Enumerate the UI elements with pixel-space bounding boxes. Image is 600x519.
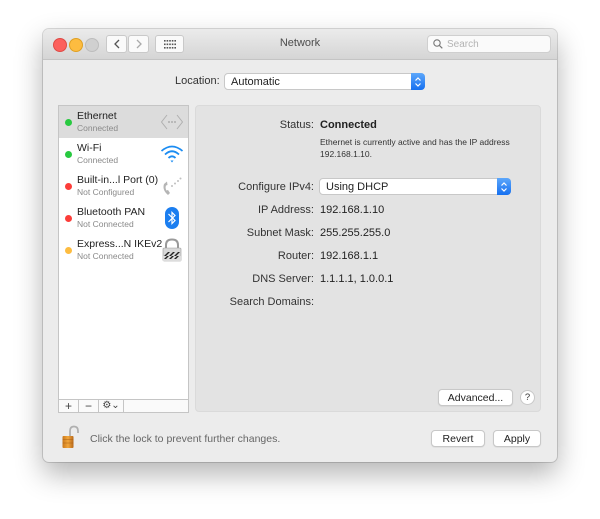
router-label: Router: (277, 250, 314, 262)
service-status: Connected (77, 155, 119, 165)
router-value: 192.168.1.1 (320, 250, 379, 262)
service-name: Built-in...l Port (0) (77, 174, 159, 186)
minus-icon: − (84, 399, 92, 413)
service-item-bluetooth-pan[interactable]: Bluetooth PAN Not Connected (59, 202, 188, 234)
service-status: Not Configured (77, 187, 135, 197)
add-service-button[interactable]: + (59, 400, 79, 412)
service-status: Connected (77, 123, 119, 133)
service-status: Not Connected (77, 219, 134, 229)
location-label: Location: (175, 75, 220, 87)
lock-message: Click the lock to prevent further change… (90, 433, 281, 445)
subnet-mask-value: 255.255.255.0 (320, 227, 391, 239)
configure-ipv4-value: Using DHCP (326, 180, 389, 193)
bluetooth-icon (165, 207, 179, 229)
ip-address-label: IP Address: (257, 204, 314, 216)
help-button[interactable]: ? (520, 390, 535, 405)
search-input[interactable] (443, 38, 542, 50)
status-label: Status: (279, 119, 314, 131)
status-dot (65, 247, 72, 254)
service-name: Express...N IKEv2 (77, 238, 163, 250)
status-dot (65, 215, 72, 222)
status-value: Connected (320, 119, 377, 131)
phone-icon (163, 177, 182, 195)
subnet-mask-label: Subnet Mask: (246, 227, 314, 239)
service-details-panel: Status: Connected Ethernet is currently … (195, 105, 541, 412)
vpn-lock-icon (162, 238, 182, 262)
service-item-vpn[interactable]: Express...N IKEv2 Not Connected (59, 234, 188, 266)
service-list: Ethernet Connected Wi-Fi Connected Built… (58, 105, 189, 400)
service-item-builtin-port[interactable]: Built-in...l Port (0) Not Configured (59, 170, 188, 202)
popup-stepper-icon (411, 73, 425, 90)
dns-server-label: DNS Server: (252, 273, 314, 285)
ethernet-icon (160, 114, 184, 130)
popup-stepper-icon (497, 178, 511, 195)
search-icon (433, 39, 443, 49)
status-dot (65, 183, 72, 190)
service-name: Bluetooth PAN (77, 206, 146, 218)
status-dot (65, 119, 72, 126)
lock-icon[interactable] (61, 425, 81, 449)
remove-service-button[interactable]: − (79, 400, 99, 412)
apply-button[interactable]: Apply (493, 430, 541, 447)
location-value: Automatic (231, 75, 280, 88)
search-field[interactable] (427, 35, 551, 53)
service-name: Ethernet (77, 110, 117, 122)
action-menu-button[interactable]: ⚙⌄ (99, 400, 124, 412)
network-preferences-window: Network Location: Automatic Ethernet Con… (43, 29, 557, 462)
service-list-toolbar: + − ⚙⌄ (58, 399, 189, 413)
plus-icon: + (64, 399, 72, 413)
revert-button[interactable]: Revert (431, 430, 485, 447)
gear-icon: ⚙⌄ (102, 400, 120, 411)
location-popup[interactable]: Automatic (224, 73, 425, 90)
title-bar: Network (43, 29, 557, 60)
configure-ipv4-label: Configure IPv4: (238, 181, 314, 193)
advanced-button[interactable]: Advanced... (438, 389, 513, 406)
status-description: Ethernet is currently active and has the… (320, 137, 510, 159)
service-status: Not Connected (77, 251, 134, 261)
configure-ipv4-popup[interactable]: Using DHCP (319, 178, 511, 195)
service-name: Wi-Fi (77, 142, 102, 154)
dns-server-value: 1.1.1.1, 1.0.0.1 (320, 273, 394, 285)
service-item-ethernet[interactable]: Ethernet Connected (59, 106, 188, 138)
status-dot (65, 151, 72, 158)
search-domains-label: Search Domains: (229, 296, 314, 308)
service-item-wifi[interactable]: Wi-Fi Connected (59, 138, 188, 170)
ip-address-value: 192.168.1.10 (320, 204, 385, 216)
wifi-icon (160, 145, 184, 163)
